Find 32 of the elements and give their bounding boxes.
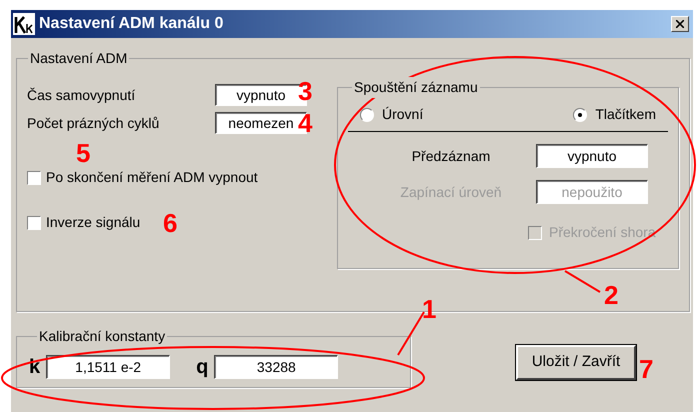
- annotation-number: 7: [639, 356, 654, 382]
- annotation-number: 1: [422, 296, 436, 322]
- value-field[interactable]: 1,1511 e-2: [46, 355, 170, 379]
- checkbox-label: Překročení shora: [549, 223, 656, 242]
- radio-button[interactable]: [573, 108, 588, 122]
- field-label: Čas samovypnutí: [27, 86, 136, 105]
- constant-symbol: q: [196, 357, 208, 377]
- group-title: Kalibrační konstanty: [38, 327, 166, 346]
- checkbox[interactable]: [27, 170, 41, 184]
- group-title: Nastavení ADM: [29, 49, 128, 68]
- value-field[interactable]: 33288: [214, 355, 338, 379]
- annotation-number: 2: [604, 282, 618, 308]
- checkbox[interactable]: [27, 216, 41, 230]
- field-label: Zapínací úroveň: [399, 182, 503, 202]
- annotation-number: 6: [163, 210, 178, 236]
- save-close-button[interactable]: Uložit / Zavřít: [516, 344, 636, 380]
- radio-button[interactable]: [360, 108, 374, 122]
- checkbox-label: Po skončení měření ADM vypnout: [46, 168, 258, 187]
- app-logo-icon: [13, 13, 35, 35]
- checkbox-label: Inverze signálu: [46, 213, 140, 232]
- field-label: Počet prázných cyklů: [27, 114, 160, 133]
- window-title: Nastavení ADM kanálu 0: [39, 14, 224, 34]
- close-icon: [676, 20, 684, 28]
- annotation-number: 5: [76, 140, 90, 166]
- group-title: Spouštění záznamu: [352, 77, 480, 98]
- radio-label: Tlačítkem: [595, 105, 656, 124]
- value-field[interactable]: vypnuto: [536, 144, 648, 168]
- leader-line: [564, 270, 601, 293]
- field-label: Předzáznam: [410, 146, 492, 166]
- radio-label: Úrovní: [382, 105, 424, 124]
- leader-line: [397, 311, 425, 356]
- close-button[interactable]: [671, 16, 689, 32]
